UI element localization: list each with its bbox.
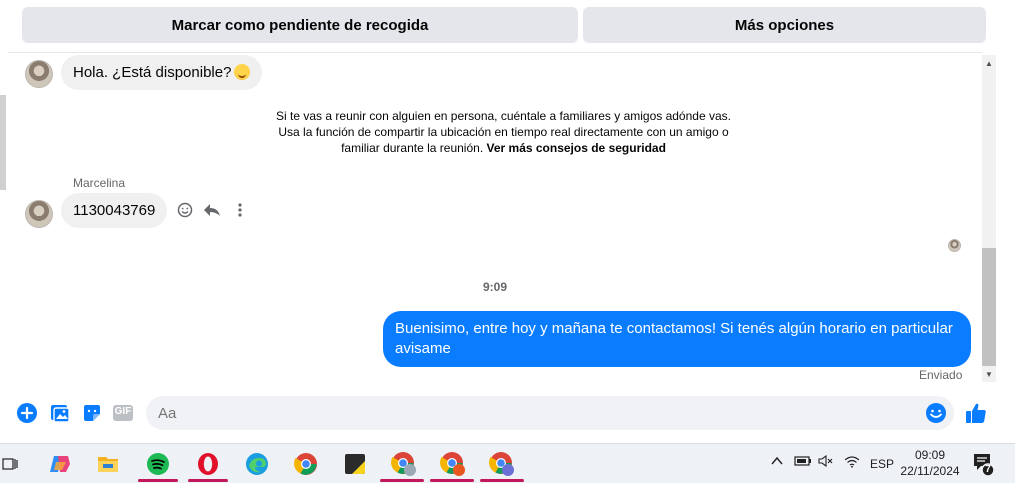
- like-thumbs-up-icon[interactable]: [964, 401, 986, 423]
- battery-icon[interactable]: [794, 455, 812, 470]
- clock-time: 09:09: [914, 448, 946, 462]
- emoji-picker-icon[interactable]: [925, 402, 947, 424]
- safety-tips-link[interactable]: Ver más consejos de seguridad: [487, 141, 666, 155]
- reply-icon[interactable]: [201, 199, 223, 221]
- top-action-bar: Marcar como pendiente de recogida Más op…: [0, 0, 1015, 50]
- smiling-emoji-icon: [234, 64, 251, 80]
- message-text: 1130043769: [73, 202, 156, 219]
- wifi-icon[interactable]: [844, 455, 860, 471]
- input-language[interactable]: ESP: [870, 457, 894, 471]
- time-separator: 9:09: [483, 280, 508, 294]
- speaker-muted-icon[interactable]: [818, 454, 834, 470]
- system-clock[interactable]: 09:09 22/11/2024: [896, 447, 964, 479]
- running-indicator: [138, 479, 178, 482]
- scroll-down-arrow-icon[interactable]: ▼: [982, 367, 996, 381]
- mark-pending-pickup-button[interactable]: Marcar como pendiente de recogida: [22, 7, 578, 43]
- chrome-profile-y-icon[interactable]: [388, 448, 420, 480]
- notification-center-icon[interactable]: 7: [972, 452, 996, 481]
- contact-avatar[interactable]: [25, 60, 53, 88]
- message-input[interactable]: [146, 396, 954, 430]
- running-indicator: [430, 479, 474, 482]
- copilot-icon[interactable]: [44, 448, 76, 480]
- safety-notice: Si te vas a reunir con alguien en person…: [276, 108, 731, 156]
- chat-scrollbar-thumb[interactable]: [982, 248, 996, 366]
- gif-icon[interactable]: GIF: [112, 402, 134, 424]
- running-indicator: [480, 479, 524, 482]
- file-explorer-icon[interactable]: [92, 448, 124, 480]
- message-text: Hola. ¿Está disponible?: [73, 64, 232, 81]
- read-receipt-avatar: [948, 239, 961, 252]
- running-indicator: [380, 479, 424, 482]
- show-hidden-icons-chevron-icon[interactable]: [771, 455, 783, 469]
- sticky-notes-icon[interactable]: [339, 448, 371, 480]
- outgoing-message[interactable]: Buenisimo, entre hoy y mañana te contact…: [383, 311, 971, 367]
- incoming-message[interactable]: Hola. ¿Está disponible?: [61, 55, 263, 90]
- edge-icon[interactable]: [241, 448, 273, 480]
- contact-avatar[interactable]: [25, 200, 53, 228]
- more-options-button[interactable]: Más opciones: [583, 7, 986, 43]
- clock-date: 22/11/2024: [900, 464, 960, 478]
- chrome-profile-c-icon[interactable]: [486, 448, 518, 480]
- task-view-icon[interactable]: [0, 448, 20, 480]
- sender-name: Marcelina: [73, 176, 126, 190]
- incoming-message[interactable]: 1130043769: [61, 193, 168, 228]
- chrome-profile-r-icon[interactable]: [437, 448, 469, 480]
- sticker-icon[interactable]: [81, 402, 103, 424]
- more-vertical-icon[interactable]: [229, 199, 251, 221]
- running-indicator: [188, 479, 228, 482]
- react-emoji-icon[interactable]: [174, 199, 196, 221]
- photo-gallery-icon[interactable]: [49, 402, 71, 424]
- left-edge-strip: [0, 95, 6, 190]
- scroll-up-arrow-icon[interactable]: ▲: [982, 56, 996, 70]
- chrome-icon[interactable]: [290, 448, 322, 480]
- sent-status: Enviado: [919, 368, 963, 382]
- plus-circle-icon[interactable]: [16, 402, 38, 424]
- gif-label: GIF: [114, 406, 132, 417]
- spotify-icon[interactable]: [142, 448, 174, 480]
- opera-icon[interactable]: [192, 448, 224, 480]
- notification-count: 7: [985, 464, 991, 475]
- message-text: Buenisimo, entre hoy y mañana te contact…: [395, 320, 953, 357]
- chat-thread[interactable]: Hola. ¿Está disponible? Si te vas a reun…: [8, 52, 982, 384]
